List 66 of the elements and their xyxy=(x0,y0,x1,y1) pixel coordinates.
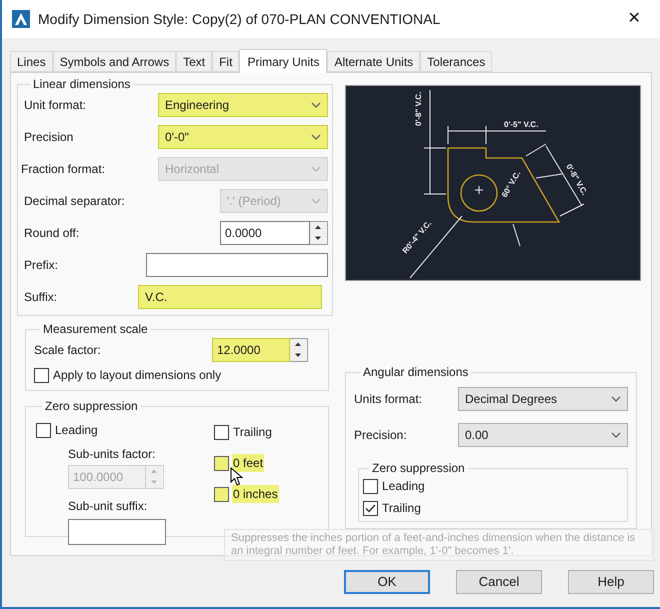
text-field[interactable] xyxy=(146,253,328,277)
checkbox-label[interactable]: Apply to layout dimensions only xyxy=(52,366,222,384)
checkbox[interactable] xyxy=(214,456,229,470)
checkbox-label[interactable]: Trailing xyxy=(232,423,273,441)
dropdown[interactable]: Engineering xyxy=(158,93,328,117)
field-label: Decimal separator: xyxy=(24,193,125,210)
number-field[interactable]: 0.0000 xyxy=(220,221,310,245)
mouse-pointer-icon xyxy=(230,467,244,487)
tab[interactable]: Alternate Units xyxy=(327,51,420,72)
checkbox-label[interactable]: Leading xyxy=(381,477,426,495)
checkbox[interactable] xyxy=(36,422,51,438)
chevron-down-icon xyxy=(311,134,321,140)
text-field[interactable]: V.C. xyxy=(138,285,322,309)
dimension-text: 0'-5" V.C. xyxy=(504,120,538,129)
group-title: Angular dimensions xyxy=(362,364,470,381)
field-label: Sub-units factor: xyxy=(68,446,156,463)
dialog-button[interactable]: OK xyxy=(344,570,430,594)
chevron-down-icon xyxy=(611,396,621,402)
chevron-down-icon xyxy=(611,432,621,438)
app-logo-icon xyxy=(12,10,30,28)
chevron-down-icon xyxy=(311,166,321,172)
dimension-text: 60° V.C. xyxy=(500,169,522,199)
field-label: Unit format: xyxy=(24,97,86,114)
field-label: Prefix: xyxy=(24,257,58,274)
field-label: Fraction format: xyxy=(21,161,106,178)
field-label: Round off: xyxy=(24,225,80,242)
dropdown[interactable]: Decimal Degrees xyxy=(458,387,628,411)
group-title: Measurement scale xyxy=(42,321,149,338)
dropdown[interactable]: 0'-0" xyxy=(158,125,328,149)
checkbox-label[interactable]: Trailing xyxy=(381,499,422,517)
text-field[interactable] xyxy=(68,519,166,545)
field-label: Units format: xyxy=(354,391,422,408)
dropdown[interactable]: 0.00 xyxy=(458,423,628,447)
field-label: Suffix: xyxy=(24,289,58,306)
tab[interactable]: Fit xyxy=(212,51,240,72)
group-title: Zero suppression xyxy=(44,398,139,415)
dialog-button[interactable]: Cancel xyxy=(456,570,542,594)
field-label: Scale factor: xyxy=(34,342,101,359)
field-label: Sub-unit suffix: xyxy=(68,498,148,515)
chevron-down-icon xyxy=(311,102,321,108)
checkbox[interactable] xyxy=(214,424,229,440)
dialog-button[interactable]: Help xyxy=(568,570,654,594)
tab[interactable]: Text xyxy=(176,51,212,72)
tab[interactable]: Primary Units xyxy=(239,49,328,73)
checkbox-label[interactable]: 0 feet xyxy=(232,454,264,472)
checkbox-label[interactable]: 0 inches xyxy=(232,485,279,503)
tab[interactable]: Tolerances xyxy=(420,51,492,72)
chevron-down-icon xyxy=(311,198,321,204)
checkbox-label[interactable]: Leading xyxy=(54,421,99,439)
checkbox[interactable] xyxy=(34,368,49,382)
close-button[interactable]: ✕ xyxy=(624,7,644,31)
dimension-text: 0'-8" V.C. xyxy=(414,92,423,126)
checkbox[interactable] xyxy=(363,500,378,516)
window-title: Modify Dimension Style: Copy(2) of 070-PLAN CONVENTIONAL xyxy=(38,10,442,29)
tab[interactable]: Lines xyxy=(10,51,53,72)
group-title: Linear dimensions xyxy=(32,76,132,93)
number-field[interactable]: 12.0000 xyxy=(212,338,290,362)
checkbox[interactable] xyxy=(214,486,229,502)
checkbox[interactable] xyxy=(363,478,378,494)
field-label: Precision xyxy=(24,129,74,146)
spin-buttons[interactable] xyxy=(290,338,308,362)
tab[interactable]: Symbols and Arrows xyxy=(52,51,176,72)
spin-buttons[interactable] xyxy=(310,221,328,245)
group-title: Zero suppression xyxy=(371,460,466,477)
tooltip: Suppresses the inches portion of a feet-and-inches dimension when the distance is an integral number of feet. For example, 1'-0" becomes 1'. xyxy=(224,529,654,561)
field-label: Precision: xyxy=(354,427,407,444)
